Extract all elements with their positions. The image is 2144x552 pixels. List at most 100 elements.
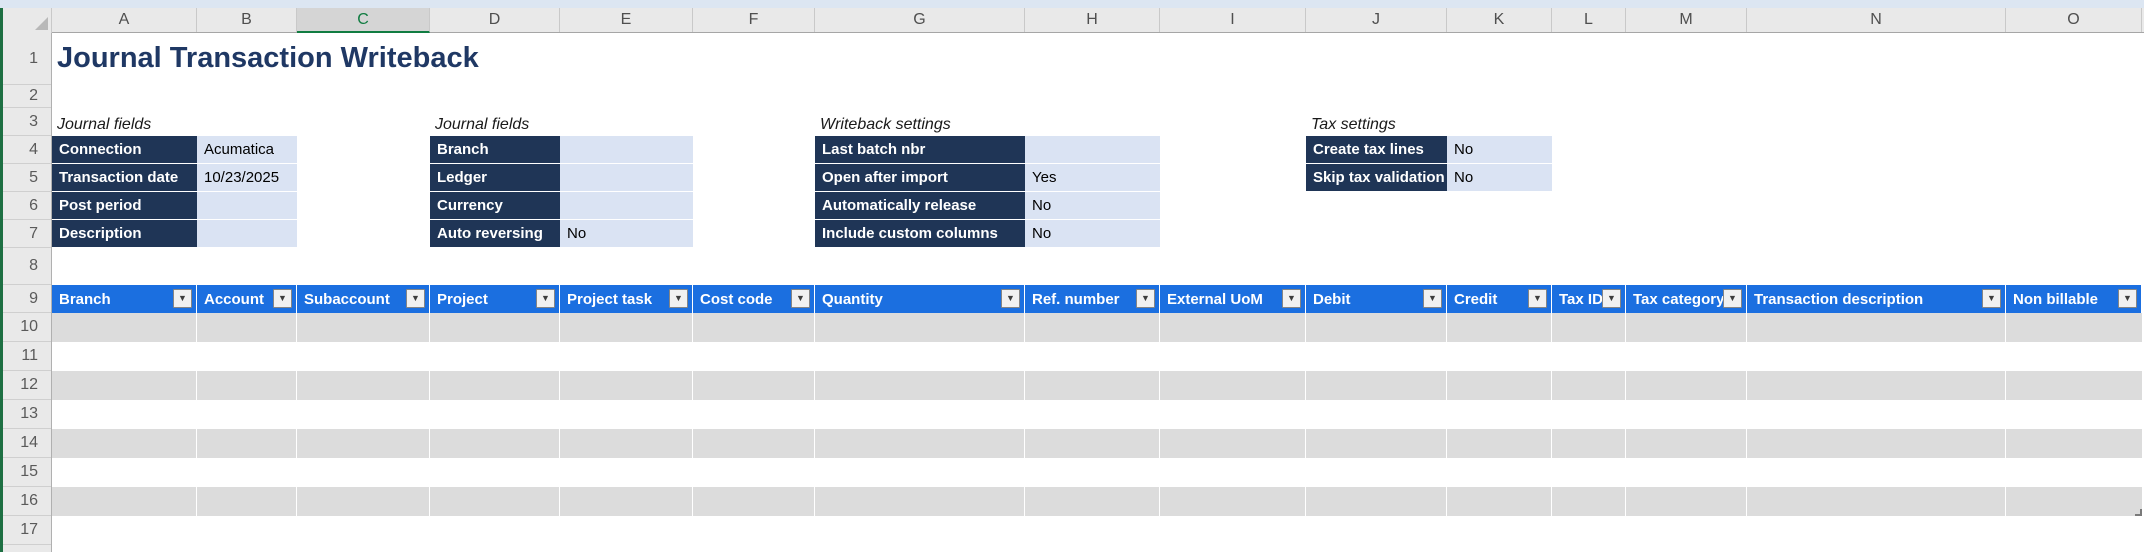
table-cell[interactable]	[297, 458, 430, 487]
field-value-cell[interactable]: No	[1447, 136, 1552, 164]
table-column-header[interactable]: Tax ID▼	[1552, 285, 1626, 313]
column-header-A[interactable]: A	[52, 8, 197, 32]
row-header-12[interactable]: 12	[3, 371, 51, 400]
table-column-header[interactable]: Debit▼	[1306, 285, 1447, 313]
table-cell[interactable]	[430, 313, 560, 342]
table-empty-row[interactable]	[52, 487, 2142, 516]
table-cell[interactable]	[1747, 400, 2006, 429]
table-cell[interactable]	[197, 458, 297, 487]
select-all-corner[interactable]	[3, 8, 52, 33]
table-column-header[interactable]: Subaccount▼	[297, 285, 430, 313]
table-cell[interactable]	[52, 342, 197, 371]
filter-button[interactable]: ▼	[2118, 289, 2137, 308]
table-column-header[interactable]: Non billable▼	[2006, 285, 2142, 313]
table-cell[interactable]	[815, 342, 1025, 371]
table-cell[interactable]	[560, 487, 693, 516]
table-cell[interactable]	[560, 371, 693, 400]
filter-button[interactable]: ▼	[1528, 289, 1547, 308]
table-cell[interactable]	[1552, 458, 1626, 487]
table-cell[interactable]	[1025, 458, 1160, 487]
table-cell[interactable]	[1306, 458, 1447, 487]
column-header-D[interactable]: D	[430, 8, 560, 32]
filter-button[interactable]: ▼	[669, 289, 688, 308]
column-header-G[interactable]: G	[815, 8, 1025, 32]
table-cell[interactable]	[1306, 400, 1447, 429]
filter-button[interactable]: ▼	[406, 289, 425, 308]
filter-button[interactable]: ▼	[791, 289, 810, 308]
table-cell[interactable]	[693, 371, 815, 400]
field-label-cell[interactable]: Create tax lines	[1306, 136, 1447, 164]
table-cell[interactable]	[1447, 400, 1552, 429]
row-header-7[interactable]: 7	[3, 220, 51, 248]
field-value-cell[interactable]	[560, 192, 693, 220]
table-cell[interactable]	[1626, 400, 1747, 429]
table-cell[interactable]	[1626, 342, 1747, 371]
column-header-L[interactable]: L	[1552, 8, 1626, 32]
field-label-cell[interactable]: Description	[52, 220, 197, 248]
column-header-J[interactable]: J	[1306, 8, 1447, 32]
table-cell[interactable]	[1447, 371, 1552, 400]
field-label-cell[interactable]: Last batch nbr	[815, 136, 1025, 164]
table-column-header[interactable]: Account▼	[197, 285, 297, 313]
table-cell[interactable]	[1160, 458, 1306, 487]
filter-button[interactable]: ▼	[173, 289, 192, 308]
table-cell[interactable]	[1747, 342, 2006, 371]
table-cell[interactable]	[297, 429, 430, 458]
table-cell[interactable]	[1025, 342, 1160, 371]
table-cell[interactable]	[2006, 429, 2142, 458]
table-cell[interactable]	[1160, 342, 1306, 371]
field-value-cell[interactable]: No	[1025, 220, 1160, 248]
table-cell[interactable]	[1552, 400, 1626, 429]
column-header-E[interactable]: E	[560, 8, 693, 32]
table-column-header[interactable]: Tax category▼	[1626, 285, 1747, 313]
field-value-cell[interactable]	[560, 164, 693, 192]
table-cell[interactable]	[2006, 458, 2142, 487]
table-cell[interactable]	[815, 400, 1025, 429]
field-label-cell[interactable]: Post period	[52, 192, 197, 220]
table-column-header[interactable]: Transaction description▼	[1747, 285, 2006, 313]
row-header-17[interactable]: 17	[3, 516, 51, 545]
table-cell[interactable]	[1025, 429, 1160, 458]
table-cell[interactable]	[560, 342, 693, 371]
row-header-4[interactable]: 4	[3, 136, 51, 164]
field-value-cell[interactable]: No	[1447, 164, 1552, 192]
table-cell[interactable]	[1552, 429, 1626, 458]
table-cell[interactable]	[1626, 458, 1747, 487]
table-empty-row[interactable]	[52, 371, 2142, 400]
table-empty-row[interactable]	[52, 342, 2142, 371]
field-label-cell[interactable]: Currency	[430, 192, 560, 220]
table-cell[interactable]	[1447, 342, 1552, 371]
table-cell[interactable]	[1025, 400, 1160, 429]
table-cell[interactable]	[297, 487, 430, 516]
table-cell[interactable]	[1447, 313, 1552, 342]
table-cell[interactable]	[297, 313, 430, 342]
table-empty-row[interactable]	[52, 429, 2142, 458]
table-cell[interactable]	[197, 400, 297, 429]
table-cell[interactable]	[52, 458, 197, 487]
filter-button[interactable]: ▼	[1723, 289, 1742, 308]
table-cell[interactable]	[297, 371, 430, 400]
table-cell[interactable]	[1626, 487, 1747, 516]
table-cell[interactable]	[1552, 342, 1626, 371]
table-cell[interactable]	[560, 429, 693, 458]
table-cell[interactable]	[197, 313, 297, 342]
field-label-cell[interactable]: Open after import	[815, 164, 1025, 192]
field-label-cell[interactable]: Transaction date	[52, 164, 197, 192]
table-cell[interactable]	[430, 400, 560, 429]
table-cell[interactable]	[1447, 458, 1552, 487]
field-value-cell[interactable]	[197, 220, 297, 248]
table-cell[interactable]	[815, 313, 1025, 342]
table-cell[interactable]	[1447, 429, 1552, 458]
table-cell[interactable]	[1747, 313, 2006, 342]
table-cell[interactable]	[197, 371, 297, 400]
table-cell[interactable]	[52, 400, 197, 429]
table-cell[interactable]	[1306, 313, 1447, 342]
row-header-2[interactable]: 2	[3, 85, 51, 108]
table-cell[interactable]	[1306, 429, 1447, 458]
row-header-10[interactable]: 10	[3, 313, 51, 342]
table-column-header[interactable]: Quantity▼	[815, 285, 1025, 313]
field-label-cell[interactable]: Branch	[430, 136, 560, 164]
field-label-cell[interactable]: Connection	[52, 136, 197, 164]
row-header-8[interactable]: 8	[3, 248, 51, 285]
field-value-cell[interactable]	[560, 136, 693, 164]
